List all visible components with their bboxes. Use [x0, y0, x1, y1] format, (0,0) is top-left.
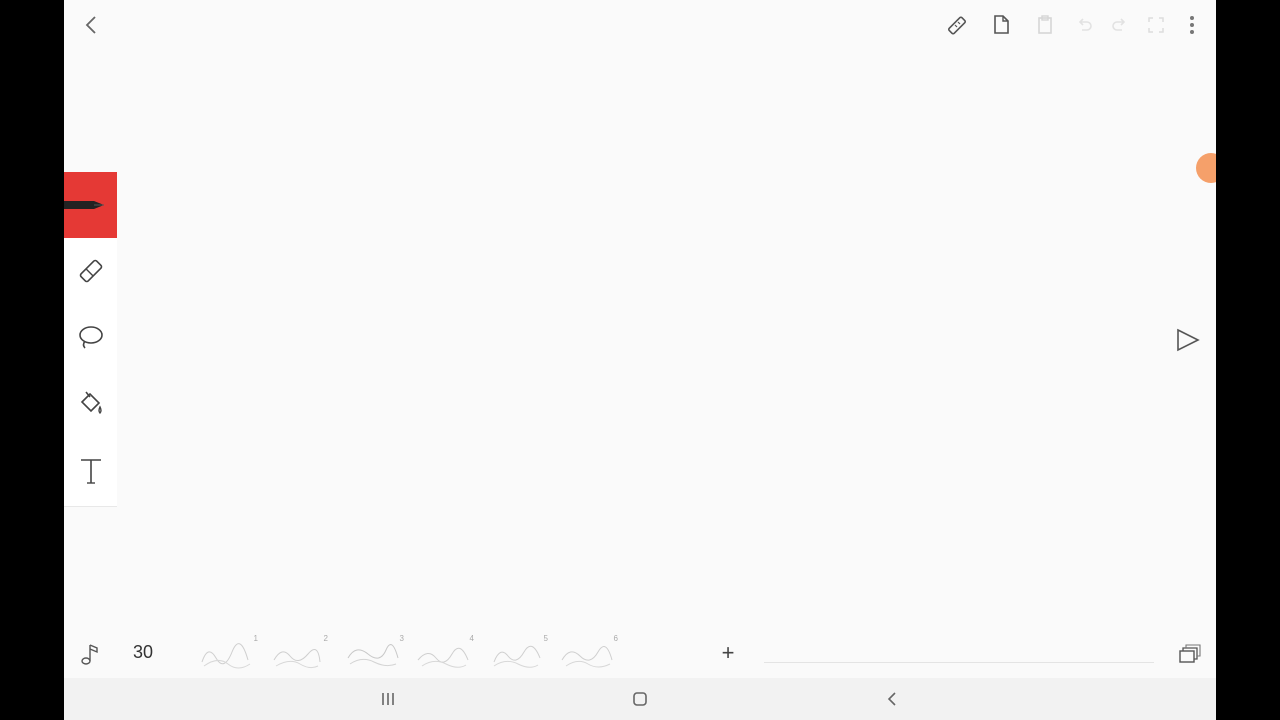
text-tool-icon [80, 459, 101, 484]
layers-icon [1179, 644, 1201, 663]
fullscreen-button[interactable] [1140, 8, 1172, 42]
nav-back-button[interactable] [872, 682, 912, 716]
text-tool[interactable] [64, 438, 117, 504]
frame-thumbnail[interactable]: 1 [194, 634, 258, 672]
frame-thumbnail[interactable]: 6 [554, 634, 618, 672]
add-frame-label: + [721, 640, 735, 665]
system-nav-bar [64, 678, 1216, 720]
frame-sketch-icon [493, 645, 541, 668]
lasso-tool[interactable] [64, 304, 117, 370]
frame-sketch-icon [347, 644, 399, 667]
ruler-icon [947, 16, 967, 35]
back-icon [85, 16, 96, 34]
more-options-button[interactable] [1176, 8, 1208, 42]
frame-number: 3 [399, 634, 404, 643]
frame-sketch-icon [561, 646, 613, 668]
pen-tool[interactable] [64, 172, 117, 238]
timeline-strip: 30 1 2 3 4 5 6 + [64, 630, 1216, 678]
frame-thumbnail[interactable]: 3 [340, 634, 404, 672]
add-frame-button[interactable]: + [712, 636, 744, 670]
frame-thumbnail[interactable]: 5 [484, 634, 548, 672]
music-note-icon [81, 644, 98, 665]
frame-sketch-icon [273, 649, 321, 669]
frame-thumbnail[interactable]: 2 [264, 634, 328, 672]
frame-number: 2 [323, 634, 328, 643]
nav-back-icon [887, 692, 896, 706]
sound-button[interactable] [76, 638, 104, 670]
fullscreen-icon [1148, 17, 1164, 33]
fill-bucket-icon [80, 391, 102, 414]
more-vertical-icon [1190, 16, 1194, 34]
frame-thumbnail[interactable]: 4 [410, 634, 474, 672]
drawing-canvas[interactable] [117, 48, 1216, 630]
eraser-tool[interactable] [64, 238, 117, 304]
play-icon [1177, 328, 1200, 352]
copy-page-button[interactable] [982, 8, 1020, 42]
fps-value[interactable]: 30 [126, 640, 160, 664]
back-button[interactable] [74, 8, 108, 42]
pen-icon [64, 201, 104, 209]
timeline-divider [764, 662, 1154, 663]
frame-number: 4 [469, 634, 474, 643]
lasso-icon [78, 326, 103, 349]
frame-sketch-icon [201, 643, 251, 669]
eraser-icon [79, 259, 102, 283]
frame-number: 5 [543, 634, 548, 643]
frame-number: 1 [253, 634, 258, 643]
tool-rail [64, 172, 117, 507]
fill-tool[interactable] [64, 370, 117, 436]
frame-sketch-icon [417, 647, 469, 668]
layers-button[interactable] [1174, 638, 1206, 670]
play-button[interactable] [1170, 322, 1206, 358]
home-button[interactable] [620, 682, 660, 716]
redo-icon [1112, 18, 1126, 31]
copy-page-icon [994, 15, 1009, 34]
paste-page-button[interactable] [1026, 8, 1064, 42]
top-toolbar [932, 8, 1208, 42]
paste-page-icon [1038, 15, 1052, 34]
frame-number: 6 [613, 634, 618, 643]
redo-button[interactable] [1104, 8, 1136, 42]
recents-button[interactable] [368, 682, 408, 716]
home-icon [633, 692, 647, 706]
recents-icon [382, 693, 394, 705]
undo-icon [1078, 18, 1092, 31]
animation-app: 30 1 2 3 4 5 6 + [64, 0, 1216, 720]
undo-button[interactable] [1068, 8, 1100, 42]
ruler-button[interactable] [938, 8, 976, 42]
